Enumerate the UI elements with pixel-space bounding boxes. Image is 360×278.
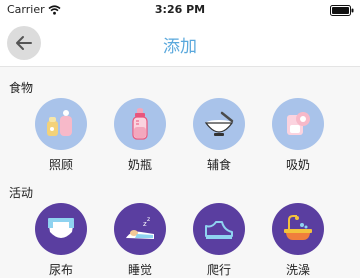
activity-item-icon-wrap: [272, 203, 324, 255]
food-item-icon-wrap: [114, 98, 166, 150]
food-item-pump[interactable]: 吸奶: [268, 98, 332, 172]
section-title-activity: 活动: [9, 186, 34, 200]
baby-bottle-icon: [132, 108, 148, 140]
food-item-care[interactable]: 照顾: [31, 98, 95, 172]
svg-text:z: z: [147, 216, 150, 223]
shoe-icon: [205, 221, 233, 239]
activity-item-diaper[interactable]: 尿布: [31, 203, 95, 277]
activity-item-crawl[interactable]: 爬行: [189, 203, 253, 277]
section-title-food: 食物: [9, 81, 34, 95]
food-grid: 照顾 奶瓶 辅食 吸奶: [0, 98, 360, 172]
navigation-bar: 添加: [0, 20, 360, 67]
baby-care-icon: [47, 110, 72, 136]
food-item-icon-wrap: [193, 98, 245, 150]
food-bowl-icon: [204, 111, 234, 136]
activity-item-bath[interactable]: 洗澡: [268, 203, 332, 277]
food-item-bottle[interactable]: 奶瓶: [110, 98, 174, 172]
food-item-label: 奶瓶: [127, 158, 152, 172]
food-item-solid-food[interactable]: 辅食: [189, 98, 253, 172]
sleep-icon: z z: [126, 216, 154, 239]
food-item-icon-wrap: [272, 98, 324, 150]
food-item-label: 吸奶: [285, 158, 310, 172]
activity-item-icon-wrap: [193, 203, 245, 255]
status-bar: Carrier 3:26 PM: [0, 0, 360, 20]
activity-item-icon-wrap: [35, 203, 87, 255]
food-item-icon-wrap: [35, 98, 87, 150]
battery-icon: [330, 5, 354, 16]
breast-pump-icon: [287, 112, 310, 135]
diaper-icon: [48, 218, 74, 238]
clock: 3:26 PM: [154, 3, 206, 16]
activity-item-sleep[interactable]: z z 睡觉: [110, 203, 174, 277]
food-item-label: 照顾: [48, 158, 73, 172]
activity-item-icon-wrap: z z: [114, 203, 166, 255]
food-item-label: 辅食: [206, 158, 231, 172]
page-title: 添加: [163, 37, 197, 57]
bathtub-icon: [284, 215, 312, 240]
activity-grid: 尿布 z z 睡觉 爬行 洗澡: [0, 203, 360, 277]
